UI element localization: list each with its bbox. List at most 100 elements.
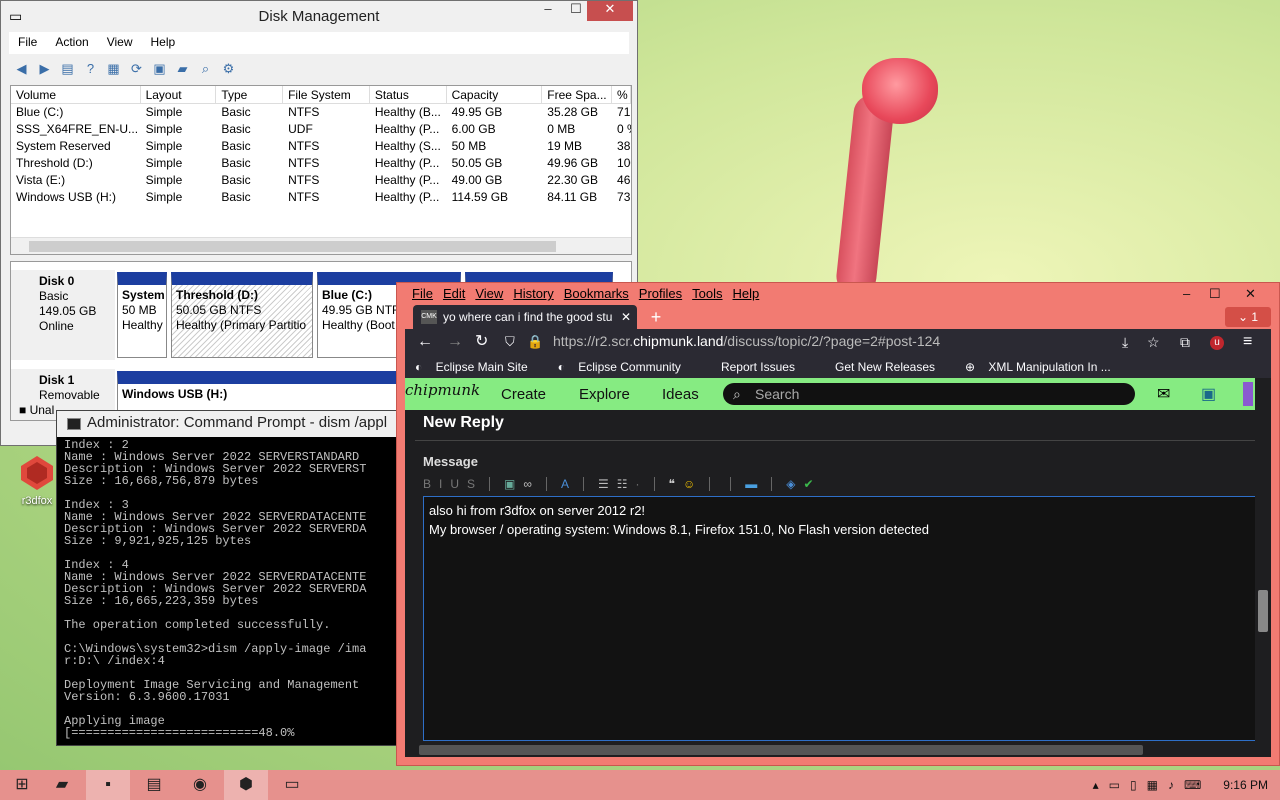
volume-icon[interactable]: ♪ <box>1168 778 1174 792</box>
power-icon[interactable]: ▯ <box>1130 778 1137 792</box>
scratchblocks-icon[interactable]: ▬ <box>745 477 757 491</box>
tab-active[interactable]: CMK yo where can i find the good stu ✕ <box>413 305 637 329</box>
save-page-icon[interactable]: ⤓ <box>1122 333 1128 351</box>
italic-icon[interactable]: I <box>439 477 442 491</box>
bookmark-eclipse-community[interactable]: ◐ Eclipse Community <box>558 360 691 374</box>
url-bar[interactable]: https://r2.scr.chipmunk.land/discuss/top… <box>553 333 940 349</box>
new-tab-button[interactable]: + <box>645 307 667 327</box>
link-icon[interactable]: ∞ <box>523 477 532 491</box>
vertical-scrollbar[interactable] <box>1255 378 1271 741</box>
underline-icon[interactable]: U <box>450 477 459 491</box>
menu-edit[interactable]: Edit <box>438 283 470 305</box>
col-free-space[interactable]: Free Spa... <box>542 86 613 103</box>
table-row[interactable]: System Reserved Simple Basic NTFS Healthy (S… <box>11 138 631 155</box>
menu-help[interactable]: Help <box>142 32 185 54</box>
search-input[interactable]: ⌕ Search <box>723 383 1135 405</box>
forward-button[interactable]: → <box>447 333 463 351</box>
console-icon[interactable]: ▤ <box>59 60 76 77</box>
numbered-list-icon[interactable]: ☷ <box>617 477 628 491</box>
menu-help[interactable]: Help <box>728 283 765 305</box>
ublock-icon[interactable]: u <box>1210 336 1224 350</box>
table-row[interactable]: Threshold (D:) Simple Basic NTFS Healthy (P.… <box>11 155 631 172</box>
strike-icon[interactable]: S <box>467 477 475 491</box>
network-icon[interactable]: ▦ <box>1147 778 1158 792</box>
menu-bookmarks[interactable]: Bookmarks <box>559 283 634 305</box>
disk0-label[interactable]: Disk 0 Basic 149.05 GB Online <box>11 270 115 360</box>
menu-profiles[interactable]: Profiles <box>634 283 687 305</box>
clock[interactable]: 9:16 PM <box>1223 778 1268 792</box>
menu-file[interactable]: File <box>407 283 438 305</box>
col-type[interactable]: Type <box>216 86 284 103</box>
menu-view[interactable]: View <box>470 283 508 305</box>
message-editor[interactable]: also hi from r3dfox on server 2012 r2! M… <box>423 496 1271 741</box>
start-button[interactable]: ⊞ <box>0 770 44 800</box>
command-prompt-taskbar-icon[interactable]: ▪ <box>86 770 130 800</box>
menu-action[interactable]: Action <box>46 32 97 54</box>
table-row[interactable]: SSS_X64FRE_EN-U... Simple Basic UDF Healthy … <box>11 121 631 138</box>
bold-icon[interactable]: B <box>423 477 431 491</box>
tab-close-icon[interactable]: ✕ <box>621 305 631 329</box>
menu-hamburger-icon[interactable]: ≡ <box>1243 333 1252 351</box>
nav-ideas[interactable]: Ideas <box>662 386 699 403</box>
chevron-up-icon[interactable]: ▴ <box>1093 778 1099 792</box>
properties-icon[interactable]: ▦ <box>105 60 122 77</box>
indent-icon[interactable]: · <box>636 477 640 491</box>
maximize-button[interactable]: ☐ <box>1209 286 1221 302</box>
tab-list-button[interactable]: ⌄ 1 <box>1225 307 1271 327</box>
smiley-icon[interactable]: ☺ <box>683 477 695 491</box>
scrollbar-thumb[interactable] <box>29 241 556 252</box>
edge-icon[interactable]: ◉ <box>178 770 222 800</box>
shield-icon[interactable]: ⛉ <box>505 333 515 351</box>
help-icon[interactable]: ? <box>82 60 99 77</box>
menu-history[interactable]: History <box>508 283 558 305</box>
network-app-icon[interactable]: ▤ <box>132 770 176 800</box>
col-percent-free[interactable]: % F <box>612 86 631 103</box>
close-button[interactable]: ✕ <box>1245 286 1256 302</box>
col-volume[interactable]: Volume <box>11 86 141 103</box>
search-icon[interactable]: ⌕ <box>197 60 214 77</box>
bookmark-eclipse-main[interactable]: ◐ Eclipse Main Site <box>415 360 538 374</box>
col-layout[interactable]: Layout <box>141 86 217 103</box>
avatar[interactable] <box>1243 382 1253 406</box>
close-button[interactable]: ✕ <box>587 1 633 21</box>
col-filesystem[interactable]: File System <box>283 86 370 103</box>
menu-tools[interactable]: Tools <box>687 283 727 305</box>
font-color-icon[interactable]: A <box>561 477 569 491</box>
scrollbar-thumb[interactable] <box>1258 590 1268 632</box>
partition-system[interactable]: System 50 MB Healthy <box>117 272 167 358</box>
desktop-icon-r3dfox[interactable]: r3dfox <box>12 452 62 514</box>
rescan-icon[interactable]: ▣ <box>151 60 168 77</box>
partition-threshold[interactable]: Threshold (D:) 50.05 GB NTFS Healthy (Pr… <box>171 272 313 358</box>
disk-management-taskbar-icon[interactable]: ▭ <box>270 770 314 800</box>
usb-icon[interactable]: ▭ <box>1109 778 1120 792</box>
table-row[interactable]: Vista (E:) Simple Basic NTFS Healthy (P... 49… <box>11 172 631 189</box>
horizontal-scrollbar[interactable] <box>405 741 1255 757</box>
back-button[interactable]: ← <box>417 333 433 351</box>
nav-create[interactable]: Create <box>501 386 546 403</box>
preview-icon[interactable]: ◈ <box>786 477 795 491</box>
minimize-button[interactable]: – <box>1183 286 1190 301</box>
forward-icon[interactable]: ▶ <box>36 60 53 77</box>
bullet-list-icon[interactable]: ☰ <box>598 477 609 491</box>
bookmark-report-issues[interactable]: Report Issues <box>711 360 805 374</box>
messages-icon[interactable]: ✉ <box>1157 384 1170 404</box>
col-status[interactable]: Status <box>370 86 447 103</box>
refresh-icon[interactable]: ⟳ <box>128 60 145 77</box>
nav-explore[interactable]: Explore <box>579 386 630 403</box>
settings-icon[interactable]: ⚙ <box>220 60 237 77</box>
open-folder-icon[interactable]: ▰ <box>174 60 191 77</box>
lock-icon[interactable]: 🔒 <box>527 333 543 351</box>
keyboard-icon[interactable]: ⌨ <box>1184 778 1201 792</box>
menu-file[interactable]: File <box>9 32 46 54</box>
table-row[interactable]: Windows USB (H:) Simple Basic NTFS Healthy (… <box>11 189 631 206</box>
minimize-button[interactable]: – <box>533 1 563 21</box>
bookmark-get-new-releases[interactable]: Get New Releases <box>825 360 945 374</box>
site-logo[interactable]: chipmunk <box>405 381 480 399</box>
col-capacity[interactable]: Capacity <box>447 86 543 103</box>
quote-icon[interactable]: ❝ <box>669 477 675 491</box>
table-row[interactable]: Blue (C:) Simple Basic NTFS Healthy (B... 49.… <box>11 104 631 121</box>
back-icon[interactable]: ◀ <box>13 60 30 77</box>
my-stuff-icon[interactable]: ▣ <box>1201 384 1216 404</box>
menu-view[interactable]: View <box>98 32 142 54</box>
console-output[interactable]: Index : 2 Name : Windows Server 2022 SERV… <box>57 437 405 745</box>
